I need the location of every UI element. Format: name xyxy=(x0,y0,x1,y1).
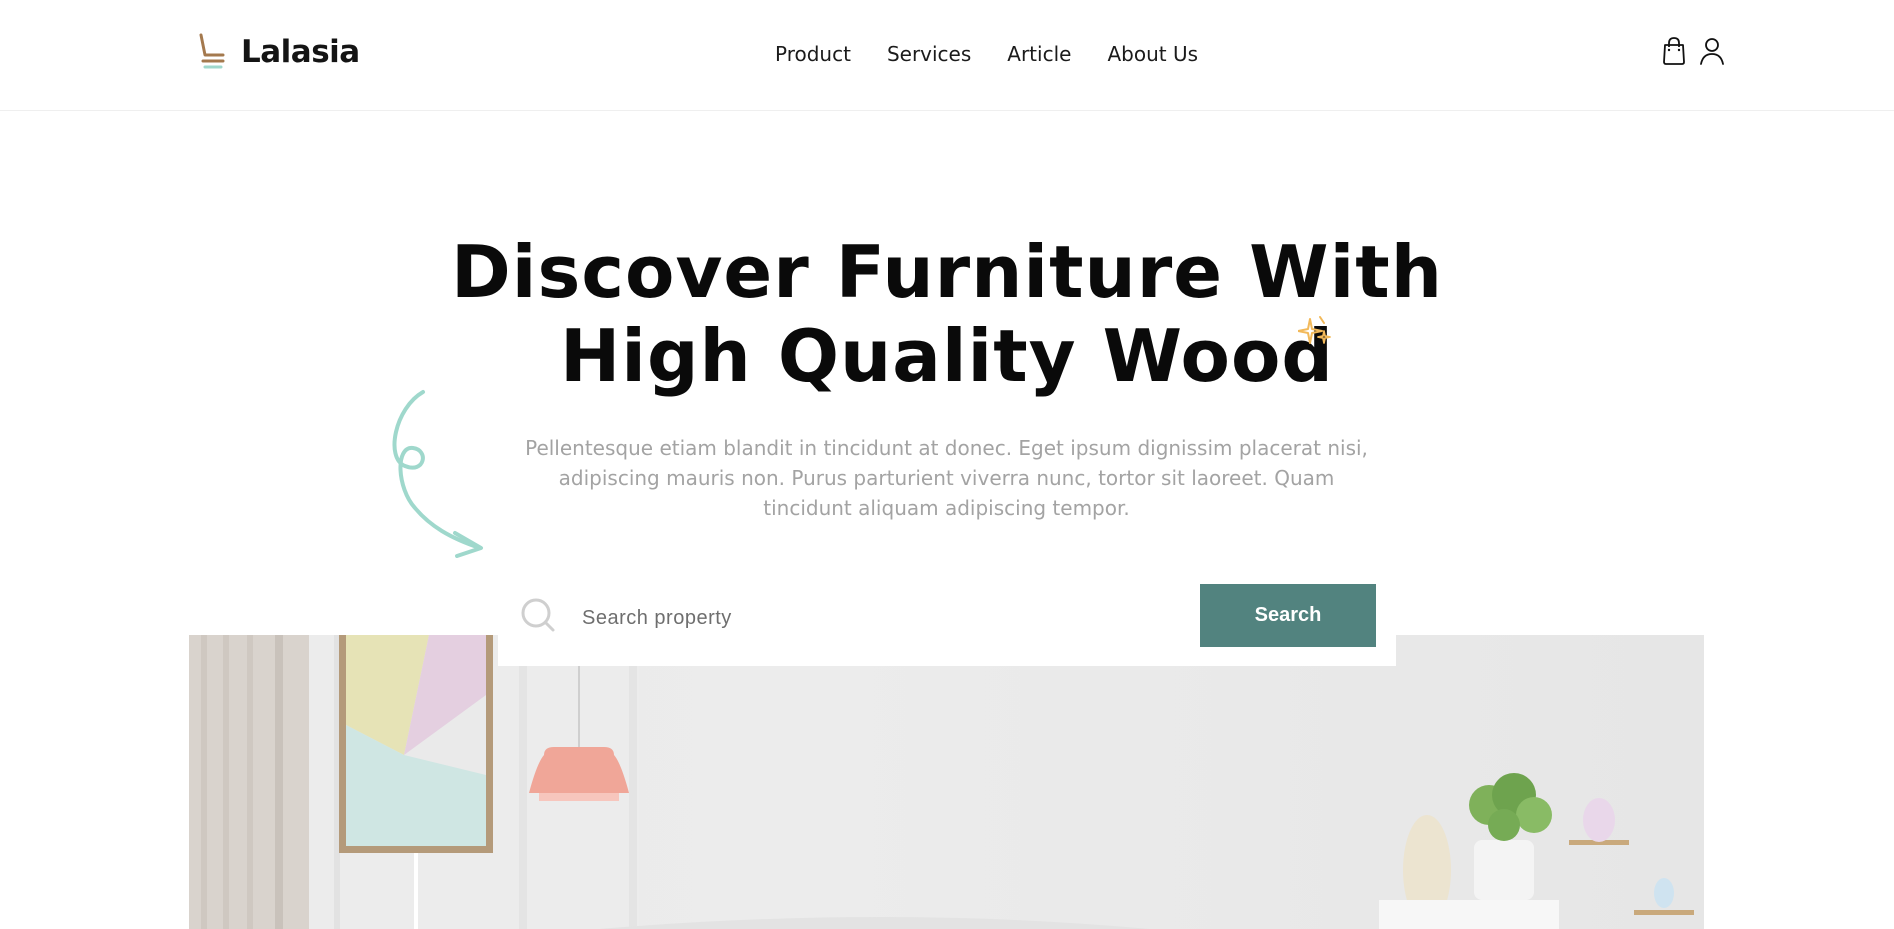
nav-item-services[interactable]: Services xyxy=(887,42,971,66)
hero-subtitle: Pellentesque etiam blandit in tincidunt … xyxy=(525,436,1368,520)
room-illustration xyxy=(189,635,1694,929)
brand-name: Lalasia xyxy=(241,34,360,70)
nav-item-article[interactable]: Article xyxy=(1007,42,1071,66)
brand-logo[interactable]: Lalasia xyxy=(197,33,360,71)
nav-item-about-us[interactable]: About Us xyxy=(1107,42,1198,66)
header-actions xyxy=(1660,36,1726,66)
search-input[interactable] xyxy=(582,600,1182,636)
property-search-bar: Search xyxy=(498,573,1396,666)
hero-room-image xyxy=(189,635,1704,929)
search-button[interactable]: Search xyxy=(1200,584,1376,647)
main-nav: Product Services Article About Us xyxy=(775,42,1198,66)
user-icon[interactable] xyxy=(1698,36,1726,66)
chair-logo-icon xyxy=(199,33,225,69)
site-header: Lalasia Product Services Article About U… xyxy=(0,0,1894,111)
shopping-bag-icon[interactable] xyxy=(1660,36,1688,66)
search-icon xyxy=(521,598,555,632)
hero-title-line-1: Discover Furniture With xyxy=(451,230,1443,314)
curly-arrow-doodle xyxy=(392,390,483,558)
sparkle-icon xyxy=(1298,316,1331,344)
hero-title: Discover Furniture With High Quality Woo… xyxy=(0,230,1894,398)
hero-title-line-2: High Quality Wood xyxy=(560,314,1334,398)
nav-item-product[interactable]: Product xyxy=(775,42,851,66)
